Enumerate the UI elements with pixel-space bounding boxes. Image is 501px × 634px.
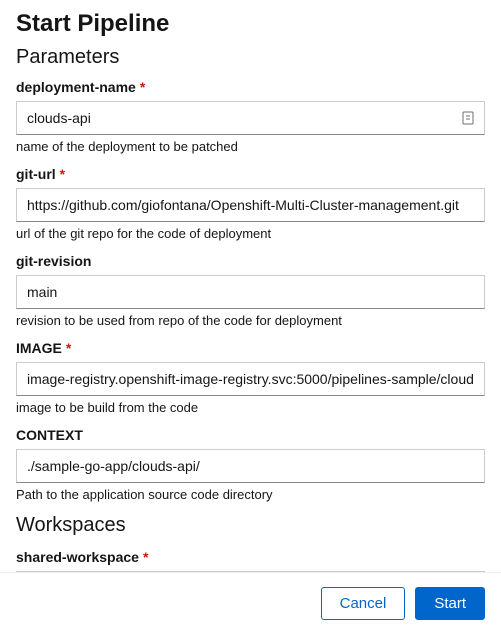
deployment-name-label: deployment-name* <box>16 79 485 95</box>
deployment-name-input[interactable] <box>16 101 485 135</box>
field-image: IMAGE* image to be build from the code <box>16 340 485 415</box>
cancel-button[interactable]: Cancel <box>321 587 406 620</box>
start-button[interactable]: Start <box>415 587 485 620</box>
required-indicator: * <box>66 340 71 356</box>
label-text: git-revision <box>16 253 91 269</box>
label-text: deployment-name <box>16 79 136 95</box>
field-git-revision: git-revision revision to be used from re… <box>16 253 485 328</box>
image-label: IMAGE* <box>16 340 485 356</box>
label-text: shared-workspace <box>16 549 139 565</box>
dialog-footer: Cancel Start <box>0 572 501 634</box>
input-wrapper <box>16 101 485 135</box>
git-url-label: git-url* <box>16 166 485 182</box>
deployment-name-help: name of the deployment to be patched <box>16 139 485 154</box>
required-indicator: * <box>140 79 145 95</box>
field-git-url: git-url* url of the git repo for the cod… <box>16 166 485 241</box>
git-url-input[interactable] <box>16 188 485 222</box>
git-revision-label: git-revision <box>16 253 485 269</box>
git-revision-help: revision to be used from repo of the cod… <box>16 313 485 328</box>
git-revision-input[interactable] <box>16 275 485 309</box>
parameters-section-title: Parameters <box>16 46 485 69</box>
label-text: IMAGE <box>16 340 62 356</box>
shared-workspace-label: shared-workspace* <box>16 549 485 565</box>
suggestion-icon <box>461 111 475 125</box>
image-help: image to be build from the code <box>16 400 485 415</box>
required-indicator: * <box>143 549 148 565</box>
git-url-help: url of the git repo for the code of depl… <box>16 226 485 241</box>
context-input[interactable] <box>16 449 485 483</box>
workspaces-section-title: Workspaces <box>16 514 485 537</box>
page-title: Start Pipeline <box>16 10 485 38</box>
field-deployment-name: deployment-name* name of the deployment … <box>16 79 485 154</box>
required-indicator: * <box>60 166 65 182</box>
label-text: git-url <box>16 166 56 182</box>
context-help: Path to the application source code dire… <box>16 487 485 502</box>
context-label: CONTEXT <box>16 427 485 443</box>
label-text: CONTEXT <box>16 427 83 443</box>
image-input[interactable] <box>16 362 485 396</box>
field-context: CONTEXT Path to the application source c… <box>16 427 485 502</box>
